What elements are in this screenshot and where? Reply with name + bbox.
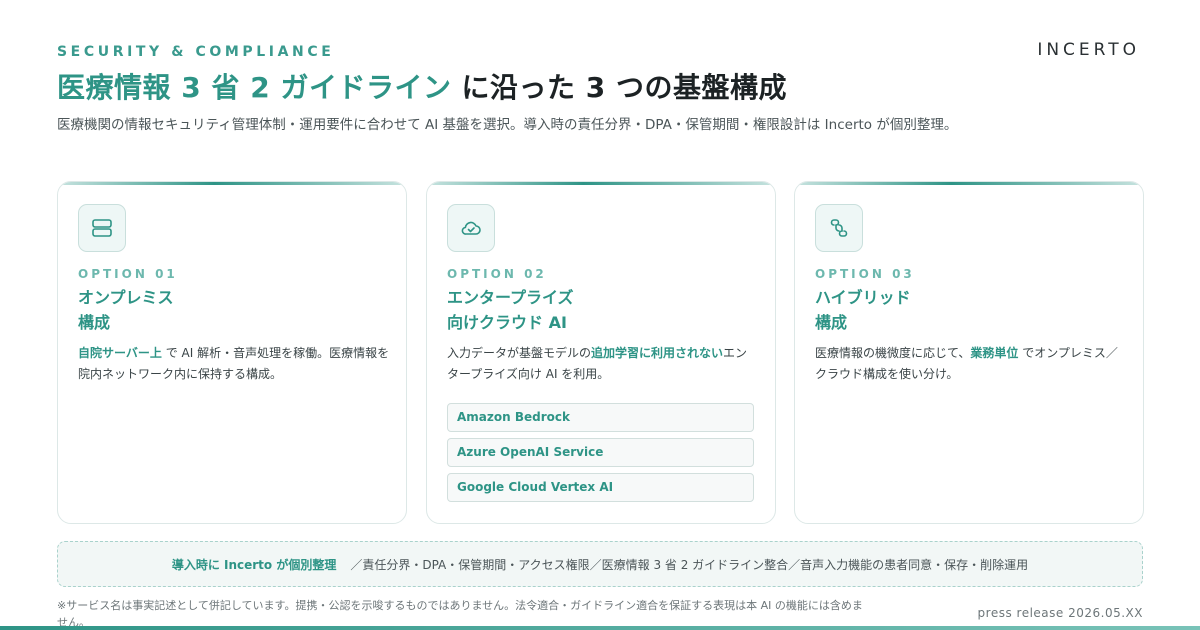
- brand-logo: INCERTO: [1037, 40, 1140, 60]
- press-release-date: press release 2026.05.XX: [977, 606, 1143, 620]
- option-card-hybrid: OPTION 03 ハイブリッド 構成 医療情報の機微度に応じて、業務単位 でオ…: [794, 181, 1144, 524]
- option-card-enterprise-cloud: OPTION 02 エンタープライズ 向けクラウド AI 入力データが基盤モデル…: [426, 181, 776, 524]
- option-title-line2: 向けクラウド AI: [447, 313, 567, 332]
- option-label: OPTION 02: [447, 267, 547, 281]
- desc-pre: 入力データが基盤モデルの: [447, 346, 592, 360]
- option-title-line1: ハイブリッド: [815, 288, 911, 307]
- option-title-line2: 構成: [815, 313, 848, 332]
- option-label: OPTION 03: [815, 267, 915, 281]
- title-rest: に沿った 3 つの基盤構成: [461, 71, 787, 104]
- icon-box: [815, 204, 863, 252]
- icon-box: [447, 204, 495, 252]
- title-highlight: 医療情報 3 省 2 ガイドライン: [57, 71, 452, 104]
- option-label: OPTION 01: [78, 267, 178, 281]
- service-chip-vertex-ai: Google Cloud Vertex AI: [447, 473, 754, 502]
- option-title-line1: エンタープライズ: [447, 288, 574, 307]
- server-icon: [92, 219, 112, 237]
- lead-text: 医療機関の情報セキュリティ管理体制・運用要件に合わせて AI 基盤を選択。導入時…: [57, 117, 958, 133]
- option-title: ハイブリッド 構成: [815, 285, 911, 335]
- option-title-line2: 構成: [78, 313, 111, 332]
- option-description: 自院サーバー上 で AI 解析・音声処理を稼働。医療情報を院内ネットワーク内に保…: [78, 343, 390, 385]
- desc-highlight: 追加学習に利用されない: [591, 346, 724, 360]
- incerto-scope-banner: 導入時に Incerto が個別整理 ／責任分界・DPA・保管期間・アクセス権限…: [57, 541, 1143, 587]
- banner-items: ／責任分界・DPA・保管期間・アクセス権限／医療情報 3 省 2 ガイドライン整…: [350, 557, 1029, 572]
- option-card-onpremise: OPTION 01 オンプレミス 構成 自院サーバー上 で AI 解析・音声処理…: [57, 181, 407, 524]
- desc-highlight: 業務単位: [970, 346, 1019, 360]
- option-title: エンタープライズ 向けクラウド AI: [447, 285, 574, 335]
- hybrid-link-icon: [830, 219, 848, 237]
- option-title: オンプレミス 構成: [78, 285, 174, 335]
- service-chip-bedrock: Amazon Bedrock: [447, 403, 754, 432]
- icon-box: [78, 204, 126, 252]
- option-title-line1: オンプレミス: [78, 288, 174, 307]
- desc-pre: 医療情報の機微度に応じて、: [815, 346, 971, 360]
- option-description: 医療情報の機微度に応じて、業務単位 でオンプレミス／クラウド構成を使い分け。: [815, 343, 1127, 385]
- service-chip-azure-openai: Azure OpenAI Service: [447, 438, 754, 467]
- banner-lead: 導入時に Incerto が個別整理: [171, 557, 337, 572]
- desc-highlight: 自院サーバー上: [78, 346, 162, 360]
- cloud-check-icon: [461, 221, 481, 235]
- option-description: 入力データが基盤モデルの追加学習に利用されないエンタープライズ向け AI を利用…: [447, 343, 759, 385]
- eyebrow-label: SECURITY & COMPLIANCE: [57, 44, 335, 60]
- bottom-accent-bar: [0, 626, 1200, 630]
- page-title: 医療情報 3 省 2 ガイドライン に沿った 3 つの基盤構成: [57, 66, 787, 106]
